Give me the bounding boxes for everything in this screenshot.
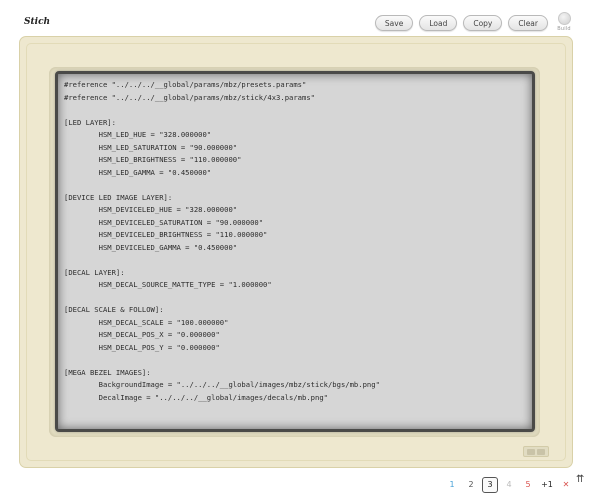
build-knob-icon[interactable] [557,12,571,25]
page-4-button[interactable]: 4 [501,478,517,492]
page-1-button[interactable]: 1 [444,478,460,492]
editor-screen[interactable]: #reference "../../../__global/params/mbz… [55,71,535,432]
close-icon[interactable]: ✕ [558,478,574,492]
copy-button[interactable]: Copy [463,15,503,31]
resize-control[interactable] [523,446,549,457]
page-5-button[interactable]: 5 [520,478,536,492]
clear-button[interactable]: Clear [508,15,548,31]
build-label: Build [557,26,571,32]
app-title: Stich [24,17,51,27]
page-3-button[interactable]: 3 [482,477,498,493]
page-2-button[interactable]: 2 [463,478,479,492]
editor-text[interactable]: #reference "../../../__global/params/mbz… [64,79,380,404]
scroll-up-icon[interactable]: ⇈ [576,474,584,485]
build-toggle[interactable]: Build [557,12,571,32]
load-button[interactable]: Load [419,15,458,31]
resize-left-icon[interactable] [527,448,535,455]
resize-right-icon[interactable] [537,448,545,455]
add-page-button[interactable]: +1 [539,478,555,492]
pagination: 1 2 3 4 5 +1 ✕ [444,477,577,493]
toolbar: Save Load Copy Clear [374,15,548,31]
save-button[interactable]: Save [374,15,414,31]
